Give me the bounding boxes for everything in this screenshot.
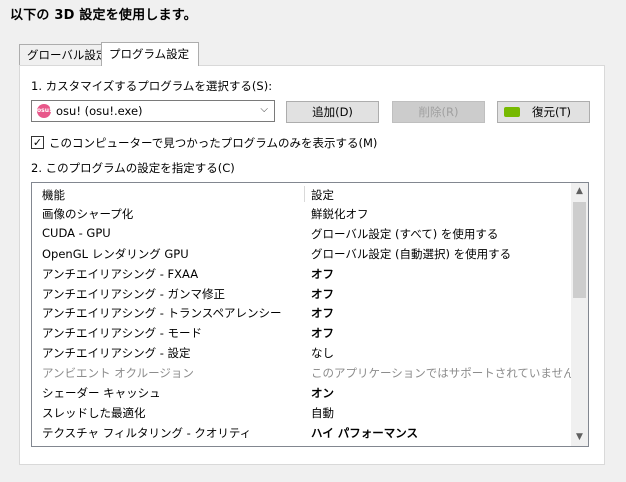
setting-cell: グローバル設定 (すべて) を使用する <box>311 226 499 241</box>
scrollbar-thumb[interactable] <box>573 202 586 298</box>
feature-cell: 画像のシャープ化 <box>42 207 134 221</box>
vertical-scrollbar[interactable]: ▲ ▼ <box>571 183 588 446</box>
setting-cell: 鮮鋭化オフ <box>311 207 369 221</box>
feature-cell: アンビエント オクルージョン <box>42 366 194 381</box>
setting-column-header: 設定 <box>311 188 334 202</box>
setting-cell: オフ <box>311 266 334 281</box>
tab-program-settings[interactable]: プログラム設定 <box>101 42 199 66</box>
table-row[interactable]: アンチエイリアシング - モード オフ <box>32 322 571 342</box>
scroll-up-icon[interactable]: ▲ <box>571 183 588 200</box>
table-row[interactable]: アンチエイリアシング - 設定 なし <box>32 342 571 362</box>
feature-cell: アンチエイリアシング - ガンマ修正 <box>42 286 226 301</box>
feature-cell: テクスチャ フィルタリング - クオリティ <box>42 425 252 440</box>
table-row[interactable]: アンチエイリアシング - FXAA オフ <box>32 263 571 283</box>
feature-column-header: 機能 <box>42 188 65 202</box>
table-row[interactable]: テクスチャ フィルタリング - クオリティ ハイ パフォーマンス <box>32 422 571 442</box>
specify-settings-label: 2. このプログラムの設定を指定する(C) <box>31 161 235 175</box>
feature-cell: OpenGL レンダリング GPU <box>42 246 189 261</box>
table-row[interactable]: スレッドした最適化 自動 <box>32 402 571 422</box>
table-header: 機能 設定 <box>32 183 571 203</box>
table-rows: 画像のシャープ化 鮮鋭化オフ CUDA - GPU グローバル設定 (すべて) を使… <box>32 203 575 442</box>
setting-cell: オフ <box>311 286 334 301</box>
program-select-value: osu! (osu!.exe) <box>56 104 143 118</box>
page-title: 以下の 3D 設定を使用します。 <box>10 8 197 23</box>
column-divider <box>304 186 305 202</box>
table-row[interactable]: CUDA - GPU グローバル設定 (すべて) を使用する <box>32 223 571 243</box>
setting-cell: なし <box>311 346 334 361</box>
setting-cell: オン <box>311 386 334 401</box>
table-row[interactable]: シェーダー キャッシュ オン <box>32 382 571 402</box>
table-row[interactable]: アンビエント オクルージョン このアプリケーションではサポートされていません <box>32 362 575 382</box>
setting-cell: グローバル設定 (自動選択) を使用する <box>311 246 512 261</box>
restore-button[interactable]: 復元(T) <box>497 101 590 123</box>
feature-cell: アンチエイリアシング - モード <box>42 326 203 341</box>
feature-cell: シェーダー キャッシュ <box>42 386 161 401</box>
add-button[interactable]: 追加(D) <box>286 101 379 123</box>
program-settings-panel: 1. カスタマイズするプログラムを選択する(S): osu! osu! (osu… <box>19 65 605 465</box>
program-select-dropdown[interactable]: osu! osu! (osu!.exe) ⌵ <box>31 100 275 122</box>
feature-cell: アンチエイリアシング - トランスペアレンシー <box>42 306 282 321</box>
setting-cell: オフ <box>311 326 334 341</box>
show-found-programs-label: このコンピューターで見つかったプログラムのみを表示する(M) <box>49 136 378 150</box>
select-program-label: 1. カスタマイズするプログラムを選択する(S): <box>31 79 273 93</box>
settings-table: 機能 設定 画像のシャープ化 鮮鋭化オフ CUDA - GPU グローバル設定 (す… <box>31 182 589 447</box>
table-row[interactable]: アンチエイリアシング - トランスペアレンシー オフ <box>32 302 571 322</box>
setting-cell: 自動 <box>311 405 334 420</box>
setting-cell: このアプリケーションではサポートされていません <box>311 366 575 381</box>
setting-cell: ハイ パフォーマンス <box>311 425 419 440</box>
osu-app-icon: osu! <box>37 104 52 118</box>
feature-cell: スレッドした最適化 <box>42 405 146 420</box>
feature-cell: CUDA - GPU <box>42 225 111 240</box>
setting-cell: オフ <box>311 306 334 321</box>
delete-button[interactable]: 削除(R) <box>392 101 485 123</box>
feature-cell: アンチエイリアシング - FXAA <box>42 266 199 281</box>
table-row[interactable]: アンチエイリアシング - ガンマ修正 オフ <box>32 283 571 303</box>
feature-cell: アンチエイリアシング - 設定 <box>42 346 191 361</box>
restore-button-label: 復元(T) <box>532 105 571 119</box>
table-row[interactable]: 画像のシャープ化 鮮鋭化オフ <box>32 203 571 223</box>
nvidia-icon <box>504 107 520 117</box>
chevron-down-icon: ⌵ <box>260 104 268 115</box>
scroll-down-icon[interactable]: ▼ <box>571 429 588 446</box>
table-row[interactable]: OpenGL レンダリング GPU グローバル設定 (自動選択) を使用する <box>32 243 571 263</box>
show-found-programs-checkbox[interactable]: ✓ <box>31 136 44 149</box>
